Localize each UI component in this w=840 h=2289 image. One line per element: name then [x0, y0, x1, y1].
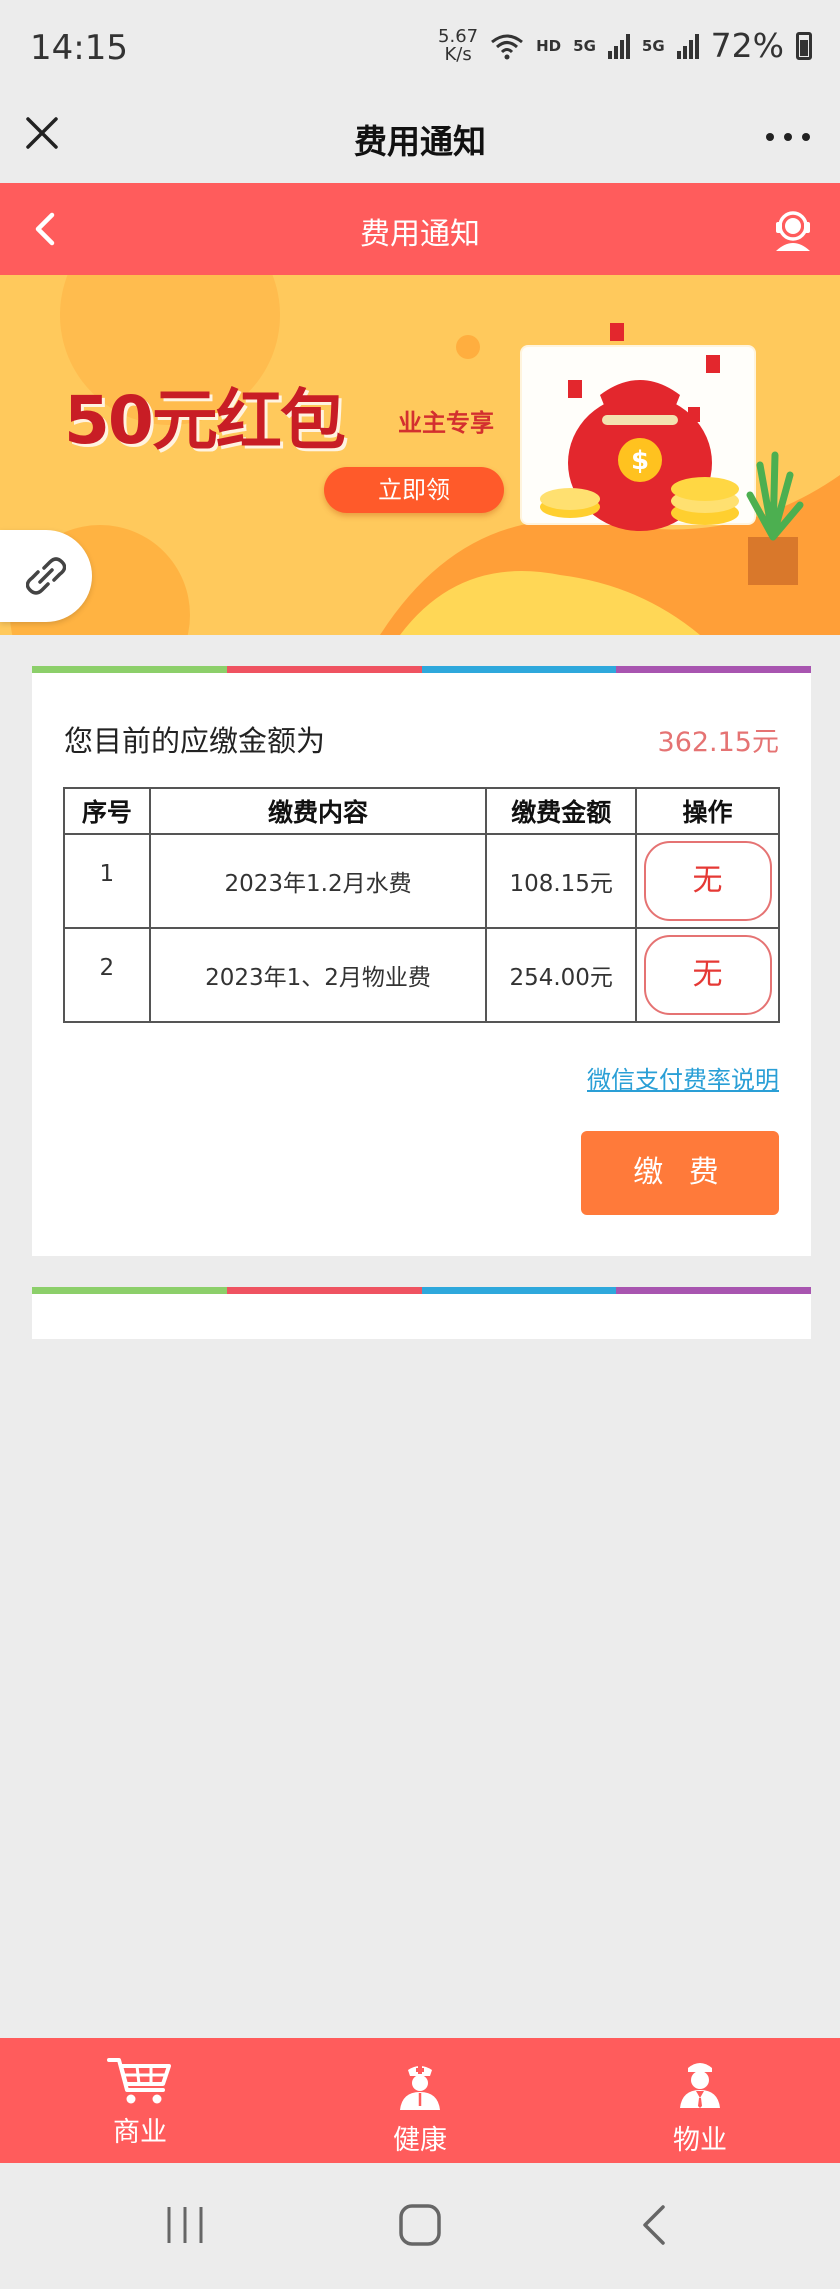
row-action-button[interactable]: 无	[643, 935, 772, 1015]
wifi-icon	[491, 34, 524, 59]
speed-value: 5.67	[438, 25, 479, 47]
system-nav-bar	[0, 2163, 840, 2289]
banner-subtitle: 业主专享	[398, 409, 494, 437]
color-stripe	[32, 666, 811, 673]
fee-card: 您目前的应缴金额为 362.15元 序号 缴费内容 缴费金额 操作 1 2023…	[32, 666, 811, 1256]
col-header-amount: 缴费金额	[485, 787, 638, 835]
battery-percent: 72%	[710, 26, 784, 65]
net-type-1: 5G	[573, 36, 596, 55]
doctor-icon	[400, 2066, 440, 2110]
tab-health[interactable]: 健康	[330, 2038, 510, 2163]
promo-banner[interactable]: $ 50元红包 业主专享 立即领	[0, 275, 840, 635]
row-amount: 254.00元	[485, 927, 638, 1023]
wechat-pay-rate-link[interactable]: 微信支付费率说明	[587, 1060, 779, 1095]
amount-due-label: 您目前的应缴金额为	[64, 724, 326, 758]
network-speed: 5.67 K/s	[438, 25, 479, 65]
staff-icon	[680, 2063, 720, 2108]
row-action-cell: 无	[635, 927, 780, 1023]
customer-service-icon[interactable]	[768, 205, 818, 255]
row-amount: 108.15元	[485, 833, 638, 929]
tab-label: 商业	[113, 2117, 167, 2148]
svg-text:$: $	[631, 446, 649, 476]
tab-property[interactable]: 物业	[610, 2038, 790, 2163]
fee-table: 序号 缴费内容 缴费金额 操作 1 2023年1.2月水费 108.15元 无 …	[63, 787, 780, 1023]
recent-apps-icon[interactable]	[163, 2203, 207, 2247]
home-icon[interactable]	[398, 2203, 442, 2247]
row-content: 2023年1.2月水费	[148, 833, 488, 929]
wechat-page-title: 费用通知	[354, 122, 486, 161]
claim-now-button[interactable]: 立即领	[324, 467, 504, 513]
table-row: 1 2023年1.2月水费 108.15元 无	[63, 833, 780, 929]
col-header-content: 缴费内容	[148, 787, 488, 835]
row-action-button[interactable]: 无	[643, 841, 772, 921]
color-stripe	[32, 1287, 811, 1294]
row-index: 2	[63, 927, 151, 1023]
row-index: 1	[63, 833, 151, 929]
row-action-cell: 无	[635, 833, 780, 929]
status-time: 14:15	[30, 28, 128, 68]
bottom-tab-bar: 商业 健康 物业	[0, 2038, 840, 2163]
tab-label: 物业	[673, 2125, 727, 2156]
col-header-index: 序号	[63, 787, 151, 835]
banner-title: 50元红包	[64, 382, 346, 459]
status-indicators: 5.67 K/s HD 5G 5G 72%	[438, 26, 812, 65]
amount-due-value: 362.15元	[657, 727, 779, 758]
page-title: 费用通知	[360, 217, 480, 252]
wechat-title-bar: 费用通知	[0, 95, 840, 183]
net-type-2: 5G	[641, 36, 665, 55]
table-row: 2 2023年1、2月物业费 254.00元 无	[63, 927, 780, 1023]
tab-label: 健康	[393, 2125, 447, 2156]
pay-button[interactable]: 缴 费	[581, 1131, 779, 1215]
status-bar: 14:15 5.67 K/s HD 5G 5G 72%	[0, 0, 840, 95]
tab-business[interactable]: 商业	[50, 2038, 230, 2163]
table-header-row: 序号 缴费内容 缴费金额 操作	[63, 787, 780, 835]
back-nav-icon[interactable]	[633, 2203, 677, 2247]
col-header-action: 操作	[635, 787, 780, 835]
speed-unit: K/s	[444, 43, 472, 65]
secondary-card	[32, 1287, 811, 1339]
signal-icon-2	[676, 33, 699, 59]
hd-indicator: HD	[536, 36, 562, 55]
signal-icon-1	[607, 33, 630, 59]
cart-icon	[107, 2058, 171, 2104]
more-icon[interactable]	[766, 133, 810, 141]
link-icon	[26, 557, 66, 595]
app-header: 费用通知	[0, 183, 840, 275]
row-content: 2023年1、2月物业费	[148, 927, 488, 1023]
battery-icon	[796, 31, 812, 60]
share-link-button[interactable]	[0, 530, 92, 622]
